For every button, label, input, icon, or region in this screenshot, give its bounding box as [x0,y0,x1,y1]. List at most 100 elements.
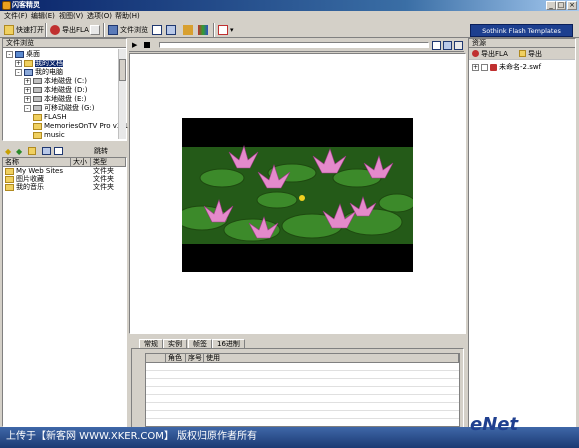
list-item[interactable]: My Web Sites 文件夹 [3,167,126,175]
toolbar-separator [103,23,105,37]
timeline-slider[interactable] [159,42,429,48]
forward-arrow-icon[interactable]: ◆ [16,147,24,156]
up-folder-icon[interactable] [28,147,36,155]
layout-button-2[interactable] [164,24,178,36]
swf-file-icon [490,63,497,71]
menu-options[interactable]: 选项(O) [87,13,112,20]
computer-icon [24,68,33,76]
resources-header: 资源 [469,39,575,48]
folder-icon [24,59,33,67]
export-folder-icon [519,50,526,57]
collapse-icon[interactable]: - [6,50,13,58]
menu-edit[interactable]: 编辑(E) [31,13,55,20]
export-icon [50,25,60,35]
stop-icon[interactable] [144,42,150,48]
tree-item[interactable]: + 本地磁盘 (D:) [24,86,87,94]
toolbar-icon-button[interactable] [88,24,102,36]
color-button[interactable] [196,24,210,36]
file-browser-title: 文件浏览 [6,39,34,47]
toolbar-separator [213,23,215,37]
column-size[interactable]: 大小 [71,158,91,167]
file-list-toolbar: ◆ ◆ 跳转 [2,145,127,157]
zoom-icon[interactable] [443,41,452,50]
column-role[interactable]: 角色 [166,354,186,363]
collapse-icon[interactable]: - [24,104,31,112]
quick-open-button[interactable]: 快速打开 [2,24,46,36]
drive-icon [33,78,42,84]
drive-icon [33,87,42,93]
menu-file[interactable]: 文件(F) [4,13,28,20]
file-browse-button[interactable]: 文件浏览 [106,24,150,36]
view-list-icon[interactable] [42,147,51,155]
list-item-name: My Web Sites [16,166,63,175]
list-cell-name: My Web Sites [3,166,71,175]
expand-icon[interactable]: + [24,77,31,85]
back-arrow-icon[interactable]: ◆ [5,147,13,156]
menu-help[interactable]: 帮助(H) [115,13,140,20]
folder-icon [33,113,42,121]
tree-item[interactable]: + 本地磁盘 (C:) [24,77,87,85]
column-usage[interactable]: 使用 [204,354,459,363]
acrobat-icon [218,25,228,35]
resources-export-fla-button[interactable]: 导出FLA [481,51,508,58]
desktop-icon [15,50,24,58]
list-item[interactable]: 图片收藏 文件夹 [3,175,126,183]
view-detail-icon[interactable] [54,147,63,155]
tree-item[interactable]: FLASH [33,113,67,121]
layout-button-1[interactable] [150,24,164,36]
resource-icon [183,25,193,35]
tab-general-label: 常规 [144,340,158,348]
list-item-name: 我的音乐 [16,182,44,191]
file-list-header: 名称 大小 类型 [3,158,126,167]
checkbox[interactable] [481,63,488,71]
resources-export-button[interactable]: 导出 [528,51,542,58]
export-fla-button[interactable]: 导出FLA [48,24,91,36]
tree-item[interactable]: music [33,131,65,139]
properties-header: 角色 序号 使用 [146,354,459,363]
close-button[interactable]: × [567,1,577,10]
play-icon[interactable]: ▶ [132,42,137,49]
tree-item-label: MemoriesOnTV Pro v3.1 [44,121,129,130]
tree-item-label: 我的电脑 [35,67,63,76]
tree-item-label: 桌面 [26,49,40,58]
resource-button[interactable] [181,24,195,36]
tree-item[interactable]: + 本地磁盘 (E:) [24,95,86,103]
expand-icon[interactable]: + [24,86,31,94]
maximize-button[interactable]: □ [556,1,566,10]
tree-item[interactable]: + 我的文档 [15,59,63,67]
properties-grid [146,363,459,425]
lotus-image [175,145,416,244]
tree-scrollbar[interactable] [118,49,126,139]
resources-tree-item[interactable]: + 未命名-2.swf [472,63,541,71]
expand-icon[interactable]: + [24,95,31,103]
player-bar: ▶ [129,39,464,52]
menu-view[interactable]: 视图(V) [59,13,83,20]
panel-layout-icon [166,25,176,35]
expand-icon[interactable]: + [15,59,22,67]
browse-jump-button[interactable]: 跳转 [94,148,108,155]
expand-icon[interactable]: + [472,63,479,71]
column-name[interactable]: 名称 [3,158,71,167]
scrollbar-thumb[interactable] [119,59,126,81]
list-item[interactable]: 我的音乐 文件夹 [3,183,126,191]
pdf-button[interactable]: ▾ [216,24,236,36]
column-index[interactable]: 序号 [186,354,204,363]
tree-item[interactable]: - 桌面 [6,50,40,58]
tree-item[interactable]: - 我的电脑 [15,68,63,76]
row-header-cell [146,354,166,363]
tree-item-label: 本地磁盘 (D:) [44,85,88,94]
minimize-button[interactable]: _ [546,1,556,10]
export-fla-label: 导出FLA [62,25,89,34]
tree-item[interactable]: - 可移动磁盘 (G:) [24,104,94,112]
column-type[interactable]: 类型 [91,158,126,167]
folder-icon [33,122,42,130]
sothink-flash-templates-button[interactable]: Sothink Flash Templates [470,24,573,37]
collapse-icon[interactable]: - [15,68,22,76]
resource-file-name: 未命名-2.swf [499,62,542,71]
tree-item[interactable]: MemoriesOnTV Pro v3.1 [33,122,128,130]
fit-icon[interactable] [454,41,463,50]
folder-icon [33,131,42,139]
preview-stage [129,53,466,334]
save-icon[interactable] [432,41,441,50]
tree-item-label: music [44,130,65,139]
